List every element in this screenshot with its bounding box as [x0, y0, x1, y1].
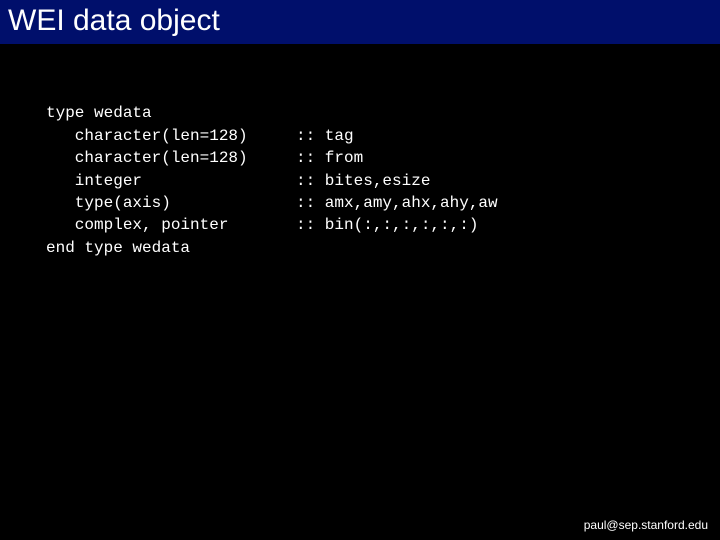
slide-title: WEI data object — [8, 4, 712, 38]
footer-email: paul@sep.stanford.edu — [584, 518, 708, 532]
code-line-right: :: bites,esize — [296, 170, 430, 192]
code-line-right: :: amx,amy,ahx,ahy,aw — [296, 192, 498, 214]
code-line: type wedata — [46, 104, 152, 122]
code-line-left: complex, pointer — [46, 214, 296, 236]
slide: WEI data object type wedata character(le… — [0, 0, 720, 540]
code-line: end type wedata — [46, 239, 190, 257]
code-line-left: character(len=128) — [46, 147, 296, 169]
code-line-left: integer — [46, 170, 296, 192]
code-line-right: :: bin(:,:,:,:,:,:) — [296, 214, 478, 236]
code-line-left: type(axis) — [46, 192, 296, 214]
code-line-left: character(len=128) — [46, 125, 296, 147]
code-block: type wedata character(len=128):: tag cha… — [0, 44, 720, 259]
code-line-right: :: tag — [296, 125, 354, 147]
title-bar: WEI data object — [0, 0, 720, 44]
code-line-right: :: from — [296, 147, 363, 169]
